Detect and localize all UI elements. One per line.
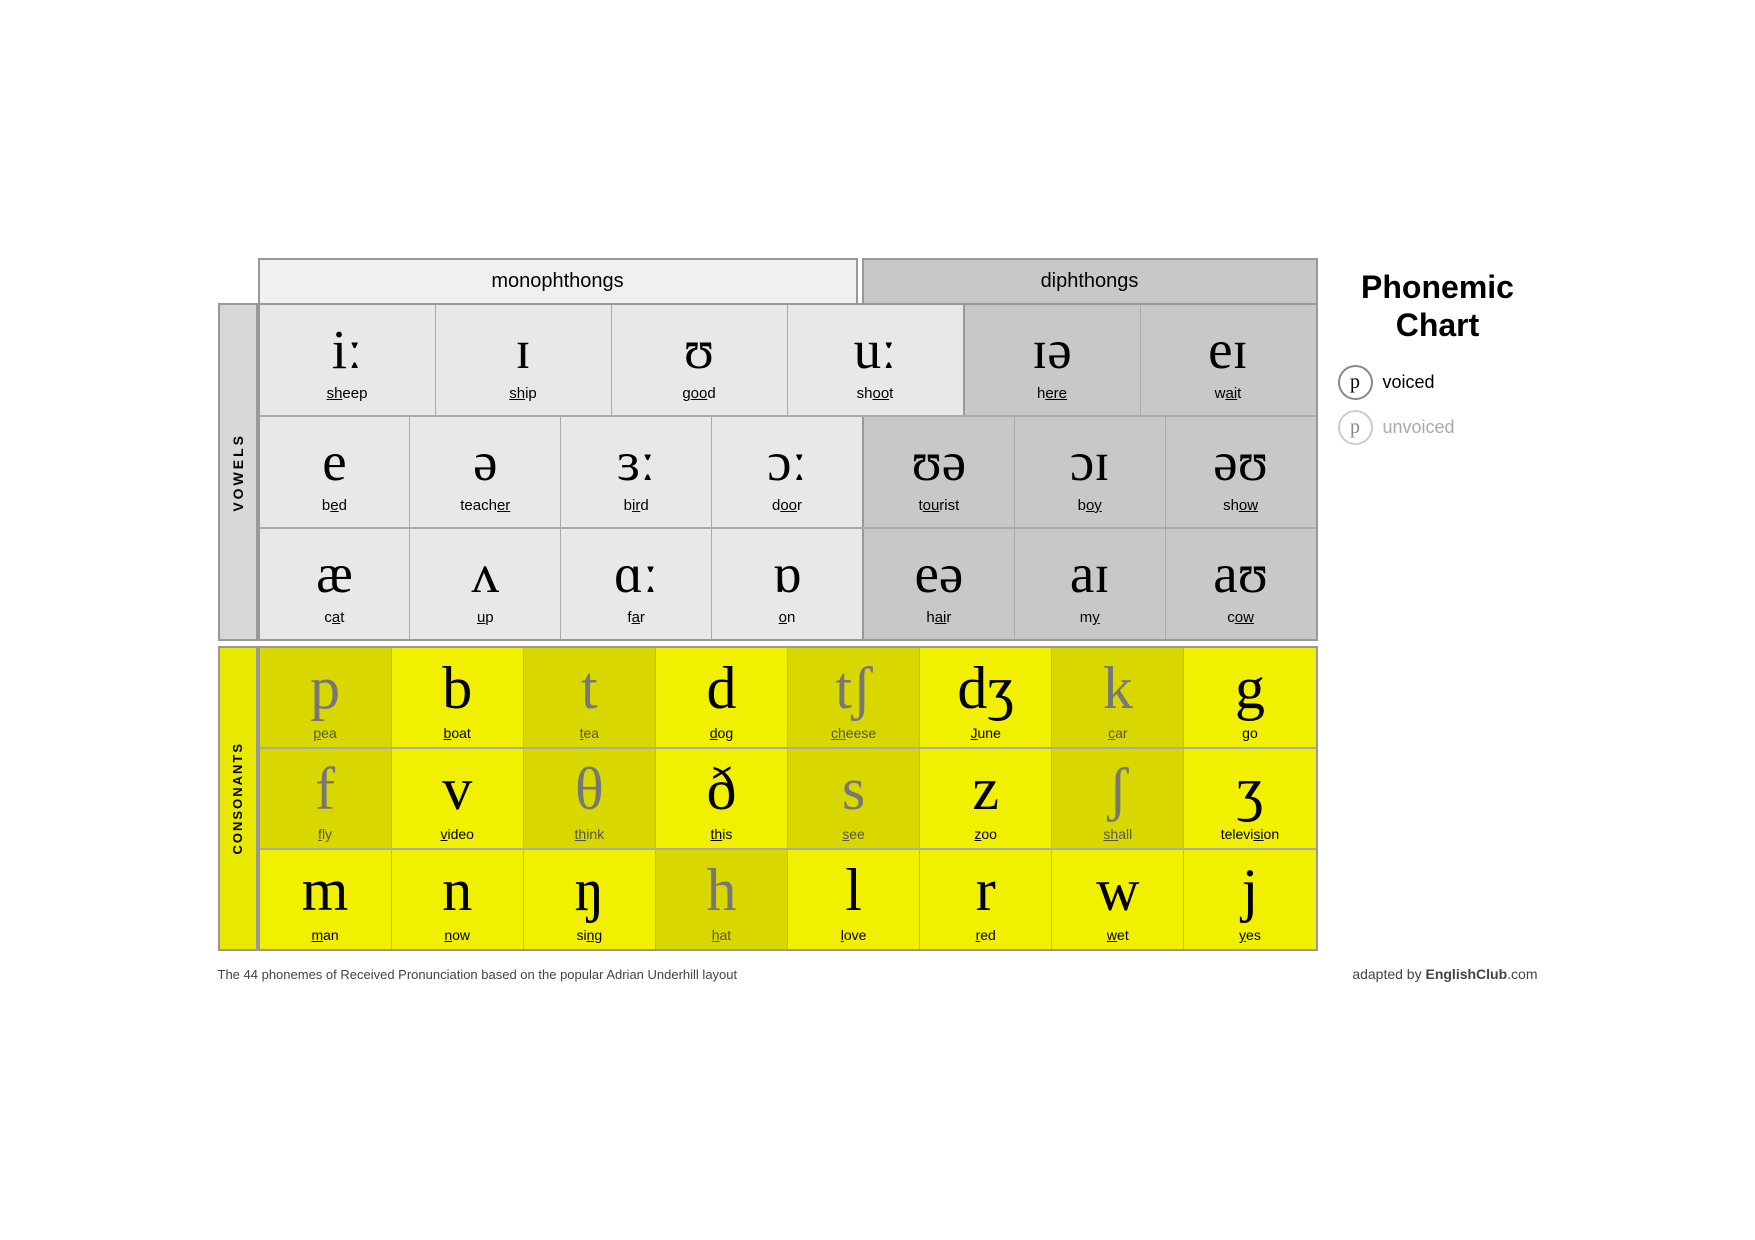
cell-on: ɒ on — [712, 529, 864, 639]
cell-cat: æ cat — [260, 529, 411, 639]
vowel-row-3: æ cat ʌ up ɑː far ɒ on — [260, 529, 1316, 639]
legend: p voiced p unvoiced — [1338, 365, 1538, 445]
consonant-row-2: f fly v video θ think ð — [260, 749, 1316, 850]
cell-pea: p pea — [260, 648, 392, 747]
footer: The 44 phonemes of Received Pronunciatio… — [218, 966, 1538, 982]
page-wrapper: monophthongs diphthongs VOWELS — [218, 258, 1538, 982]
cell-tea: t tea — [524, 648, 656, 747]
vowels-label: VOWELS — [218, 303, 258, 641]
consonants-grid: p pea b boat t tea d dog — [258, 646, 1318, 951]
right-panel: PhonemicChart p voiced p unvoiced — [1338, 258, 1538, 445]
cell-bird: ɜː bird — [561, 417, 712, 527]
cell-ship: ɪ ship — [436, 305, 612, 415]
consonant-row-3: m man n now ŋ sing h hat — [260, 850, 1316, 949]
legend-voiced-icon: p — [1338, 365, 1373, 400]
cell-here: ɪə here — [965, 305, 1141, 415]
cell-man: m man — [260, 850, 392, 949]
cell-june: dʒ June — [920, 648, 1052, 747]
cell-up: ʌ up — [410, 529, 561, 639]
cell-hat: h hat — [656, 850, 788, 949]
footer-note: The 44 phonemes of Received Pronunciatio… — [218, 967, 738, 982]
cell-sheep: iː sheep — [260, 305, 436, 415]
chart-title: PhonemicChart — [1338, 268, 1538, 345]
cell-teacher: ə teacher — [410, 417, 561, 527]
header-monophthongs: monophthongs — [258, 258, 858, 303]
legend-voiced: p voiced — [1338, 365, 1538, 400]
legend-unvoiced-icon: p — [1338, 410, 1373, 445]
vowel-row-2: e bed ə teacher ɜː bird ɔː — [260, 417, 1316, 529]
cell-bed: e bed — [260, 417, 411, 527]
cell-boat: b boat — [392, 648, 524, 747]
cell-red: r red — [920, 850, 1052, 949]
top-section: monophthongs diphthongs VOWELS — [218, 258, 1538, 951]
cell-shall: ʃ shall — [1052, 749, 1184, 848]
cell-good: ʊ good — [612, 305, 788, 415]
cell-car: k car — [1052, 648, 1184, 747]
cell-see: s see — [788, 749, 920, 848]
cell-go: g go — [1184, 648, 1315, 747]
cell-cow: aʊ cow — [1166, 529, 1316, 639]
cell-fly: f fly — [260, 749, 392, 848]
vowels-grid: iː sheep ɪ ship ʊ good uː — [258, 303, 1318, 641]
cell-my: aɪ my — [1015, 529, 1166, 639]
cell-wet: w wet — [1052, 850, 1184, 949]
footer-credit: adapted by EnglishClub.com — [1352, 966, 1537, 982]
cell-sing: ŋ sing — [524, 850, 656, 949]
cell-door: ɔː door — [712, 417, 864, 527]
cell-dog: d dog — [656, 648, 788, 747]
cell-far: ɑː far — [561, 529, 712, 639]
cell-yes: j yes — [1184, 850, 1315, 949]
cell-tourist: ʊə tourist — [864, 417, 1015, 527]
cell-this: ð this — [656, 749, 788, 848]
consonant-row-1: p pea b boat t tea d dog — [260, 648, 1316, 749]
chart-area: monophthongs diphthongs VOWELS — [218, 258, 1318, 951]
cell-shoot: uː shoot — [788, 305, 965, 415]
header-diphthongs: diphthongs — [862, 258, 1318, 303]
consonants-label: CONSONANTS — [218, 646, 258, 951]
vowel-row-1: iː sheep ɪ ship ʊ good uː — [260, 305, 1316, 417]
legend-unvoiced: p unvoiced — [1338, 410, 1538, 445]
section-headers: monophthongs diphthongs — [258, 258, 1318, 303]
cell-cheese: tʃ cheese — [788, 648, 920, 747]
cell-show: əʊ show — [1166, 417, 1316, 527]
vowels-section: VOWELS iː sheep ɪ ship — [218, 303, 1318, 641]
cell-television: ʒ television — [1184, 749, 1315, 848]
consonants-section: CONSONANTS p pea b boat — [218, 646, 1318, 951]
cell-boy: ɔɪ boy — [1015, 417, 1166, 527]
cell-video: v video — [392, 749, 524, 848]
cell-zoo: z zoo — [920, 749, 1052, 848]
cell-now: n now — [392, 850, 524, 949]
cell-love: l love — [788, 850, 920, 949]
cell-hair: eə hair — [864, 529, 1015, 639]
cell-wait: eɪ wait — [1141, 305, 1316, 415]
cell-think: θ think — [524, 749, 656, 848]
